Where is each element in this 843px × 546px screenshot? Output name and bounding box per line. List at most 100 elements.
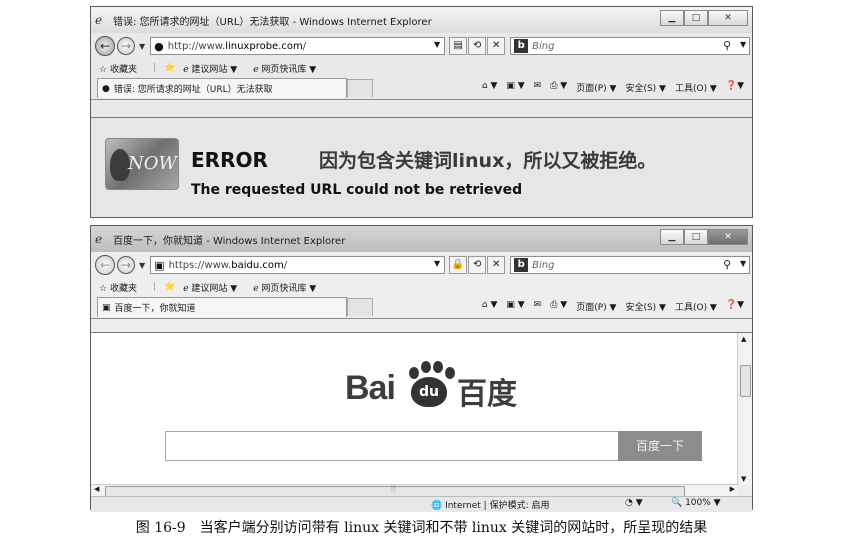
status-bar: 🌐 Internet | 保护模式: 启用 ◔ ▼ 🔍 100% ▼ xyxy=(91,496,752,512)
scroll-left-icon[interactable]: ◀ xyxy=(94,485,99,493)
favorites-bar: ☆ 收藏夹 | ⭐ ℯ 建议网站 ▼ ℯ 网页快讯库 ▼ xyxy=(91,278,752,296)
protected-mode-icon[interactable]: ◔ ▼ xyxy=(625,498,643,508)
feeds-icon[interactable]: ▣ ▼ xyxy=(506,300,524,313)
page-menu[interactable]: 页面(P) ▼ xyxy=(576,81,616,94)
figure-caption: 图 16-9 当客户端分别访问带有 linux 关键词和不带 linux 关键词… xyxy=(135,520,708,536)
command-bar: ⌂ ▼ ▣ ▼ ✉ ⎙ ▼ 页面(P) ▼ 安全(S) ▼ 工具(O) ▼ ❓▼ xyxy=(473,300,744,313)
history-dropdown-icon[interactable]: ▼ xyxy=(139,261,145,270)
error-title: ERROR xyxy=(191,148,268,172)
page-menu[interactable]: 页面(P) ▼ xyxy=(576,300,616,313)
security-zone[interactable]: 🌐 Internet | 保护模式: 启用 xyxy=(431,498,549,511)
new-tab-button[interactable] xyxy=(347,79,373,97)
compatibility-view-icon[interactable]: ▤ xyxy=(449,37,468,55)
title-bar: ℯ 错误: 您所请求的网址（URL）无法获取 - Windows Interne… xyxy=(91,7,752,33)
home-icon[interactable]: ⌂ ▼ xyxy=(482,81,498,94)
baidu-logo-du: du xyxy=(411,377,447,407)
mail-icon[interactable]: ✉ xyxy=(534,300,542,313)
baidu-search-button[interactable]: 百度一下 xyxy=(618,431,702,461)
mail-icon[interactable]: ✉ xyxy=(534,81,542,94)
scroll-thumb[interactable] xyxy=(740,365,751,397)
web-slice-gallery-link[interactable]: ℯ 网页快讯库 ▼ xyxy=(253,62,324,75)
tab-favicon-icon: ● xyxy=(102,83,110,94)
ie-window-error: ℯ 错误: 您所请求的网址（URL）无法获取 - Windows Interne… xyxy=(90,6,753,218)
stop-icon[interactable]: ✕ xyxy=(487,37,506,55)
tab-favicon-icon: ▣ xyxy=(102,302,111,313)
vertical-scrollbar[interactable]: ▲ ▼ xyxy=(737,333,752,485)
search-icon[interactable]: ⚲ xyxy=(723,39,731,52)
safety-menu[interactable]: 安全(S) ▼ xyxy=(625,300,666,313)
history-dropdown-icon[interactable]: ▼ xyxy=(139,42,145,51)
scroll-right-icon[interactable]: ▶ xyxy=(730,485,735,493)
bing-icon: b xyxy=(514,39,529,53)
safety-menu[interactable]: 安全(S) ▼ xyxy=(625,81,666,94)
maximize-button[interactable]: □ xyxy=(684,229,708,245)
minimize-button[interactable]: ▁ xyxy=(660,10,684,26)
back-button[interactable]: ← xyxy=(95,255,115,275)
command-bar: ⌂ ▼ ▣ ▼ ✉ ⎙ ▼ 页面(P) ▼ 安全(S) ▼ 工具(O) ▼ ❓▼ xyxy=(473,81,744,94)
new-tab-button[interactable] xyxy=(347,298,373,316)
zoom-level[interactable]: 🔍 100% ▼ xyxy=(671,498,721,508)
web-slice-gallery-link[interactable]: ℯ 网页快讯库 ▼ xyxy=(253,281,324,294)
address-bar[interactable]: ▣ https://www.baidu.com/ ▼ xyxy=(150,256,446,274)
maximize-button[interactable]: □ xyxy=(684,10,708,26)
site-favicon-icon: ▣ xyxy=(154,258,165,272)
refresh-icon[interactable]: ⟲ xyxy=(468,256,487,274)
print-icon[interactable]: ⎙ ▼ xyxy=(550,300,567,313)
baidu-logo: Bai du 百度 xyxy=(345,359,525,412)
close-button[interactable]: ✕ xyxy=(708,10,748,26)
print-icon[interactable]: ⎙ ▼ xyxy=(550,81,567,94)
help-menu[interactable]: ❓▼ xyxy=(726,81,744,94)
baidu-search-input[interactable] xyxy=(165,431,619,461)
lock-icon[interactable]: 🔒 xyxy=(449,256,468,274)
tab-active[interactable]: ▣ 百度一下，你就知道 xyxy=(97,297,347,317)
ie-icon: ℯ xyxy=(95,13,103,27)
favorites-button[interactable]: ☆ 收藏夹 xyxy=(99,62,145,75)
feeds-icon[interactable]: ▣ ▼ xyxy=(506,81,524,94)
forward-button[interactable]: → xyxy=(117,37,135,55)
scroll-down-icon[interactable]: ▼ xyxy=(741,475,746,483)
suggested-sites-link[interactable]: ℯ 建议网站 ▼ xyxy=(183,281,245,294)
tools-menu[interactable]: 工具(O) ▼ xyxy=(675,81,717,94)
add-favorite-icon[interactable]: ⭐ xyxy=(164,282,175,292)
stop-icon[interactable]: ✕ xyxy=(487,256,506,274)
search-box[interactable]: b Bing ⚲ ▼ xyxy=(510,256,751,274)
search-icon[interactable]: ⚲ xyxy=(723,258,731,271)
tab-title: 百度一下，你就知道 xyxy=(114,304,196,314)
divider: | xyxy=(152,282,156,292)
title-bar: ℯ 百度一下，你就知道 - Windows Internet Explorer … xyxy=(91,226,752,252)
divider: | xyxy=(152,63,156,73)
forward-button[interactable]: → xyxy=(117,256,135,274)
help-menu[interactable]: ❓▼ xyxy=(726,300,744,313)
tab-row: ● 错误: 您所请求的网址（URL）无法获取 ⌂ ▼ ▣ ▼ ✉ ⎙ ▼ 页面(… xyxy=(91,77,752,100)
suggested-sites-link[interactable]: ℯ 建议网站 ▼ xyxy=(183,62,245,75)
back-button[interactable]: ← xyxy=(95,36,115,56)
refresh-icon[interactable]: ⟲ xyxy=(468,37,487,55)
address-dropdown-icon[interactable]: ▼ xyxy=(434,40,440,49)
address-row: ← → ▼ ▣ https://www.baidu.com/ ▼ 🔒 ⟲ ✕ b… xyxy=(91,252,752,278)
search-dropdown-icon[interactable]: ▼ xyxy=(740,40,746,49)
address-dropdown-icon[interactable]: ▼ xyxy=(434,259,440,268)
address-row: ← → ▼ ● http://www.linuxprobe.com/ ▼ ▤ ⟲… xyxy=(91,33,752,59)
home-icon[interactable]: ⌂ ▼ xyxy=(482,300,498,313)
error-message: The requested URL could not be retrieved xyxy=(191,182,523,198)
tools-menu[interactable]: 工具(O) ▼ xyxy=(675,300,717,313)
close-button[interactable]: ✕ xyxy=(708,229,748,245)
search-placeholder: Bing xyxy=(532,259,555,271)
tab-active[interactable]: ● 错误: 您所请求的网址（URL）无法获取 xyxy=(97,78,347,98)
ie-window-baidu: ℯ 百度一下，你就知道 - Windows Internet Explorer … xyxy=(90,225,753,512)
add-favorite-icon[interactable]: ⭐ xyxy=(164,63,175,73)
search-placeholder: Bing xyxy=(532,40,555,52)
favorites-bar: ☆ 收藏夹 | ⭐ ℯ 建议网站 ▼ ℯ 网页快讯库 ▼ xyxy=(91,59,752,77)
minimize-button[interactable]: ▁ xyxy=(660,229,684,245)
tab-row: ▣ 百度一下，你就知道 ⌂ ▼ ▣ ▼ ✉ ⎙ ▼ 页面(P) ▼ 安全(S) … xyxy=(91,296,752,319)
page-content: Bai du 百度 百度一下 ▲ ▼ xyxy=(91,332,752,485)
bing-icon: b xyxy=(514,258,529,272)
search-box[interactable]: b Bing ⚲ ▼ xyxy=(510,37,751,55)
address-bar[interactable]: ● http://www.linuxprobe.com/ ▼ xyxy=(150,37,446,55)
now-logo-text: NOW xyxy=(128,153,178,174)
favorites-button[interactable]: ☆ 收藏夹 xyxy=(99,281,145,294)
site-favicon-icon: ● xyxy=(154,39,164,53)
scroll-up-icon[interactable]: ▲ xyxy=(741,335,746,343)
window-title: 百度一下，你就知道 - Windows Internet Explorer xyxy=(113,235,346,247)
search-dropdown-icon[interactable]: ▼ xyxy=(740,259,746,268)
